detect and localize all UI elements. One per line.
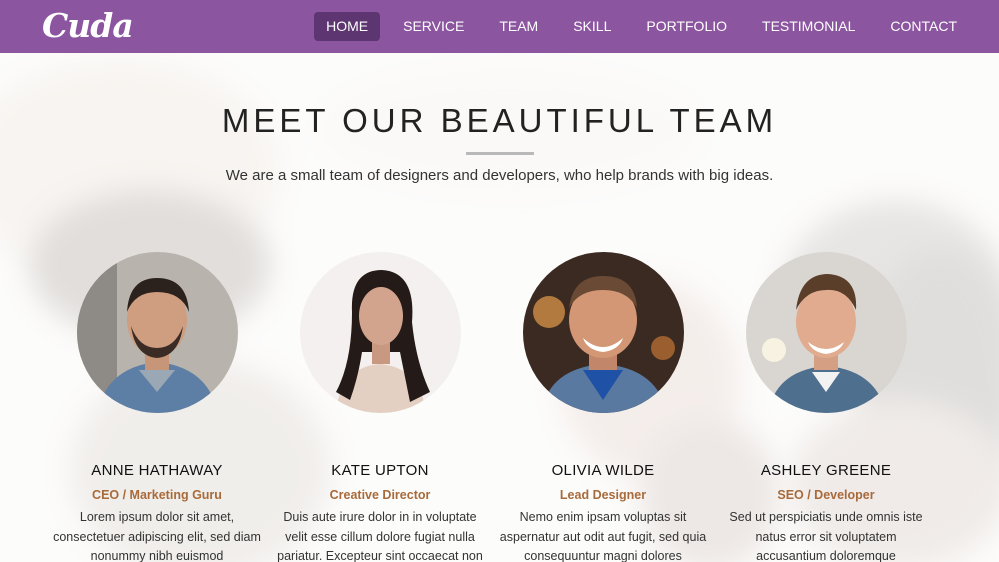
member-name: ANNE HATHAWAY: [91, 462, 223, 479]
member-photo: [745, 252, 907, 413]
section-title: MEET OUR BEAUTIFUL TEAM: [221, 102, 778, 139]
main-menu: HOME SERVICE TEAM SKILL PORTFOLIO TESTIM…: [303, 12, 969, 41]
nav-service[interactable]: SERVICE: [391, 12, 476, 41]
top-navbar: Cuda HOME SERVICE TEAM SKILL PORTFOLIO T…: [0, 0, 999, 53]
member-bio: Lorem ipsum dolor sit amet, consectetuer…: [53, 510, 261, 562]
member-role: CEO / Marketing Guru: [92, 488, 222, 502]
member-photo: [76, 252, 238, 413]
brand-logo[interactable]: Cuda: [42, 6, 134, 45]
nav-home[interactable]: HOME: [314, 12, 381, 41]
section-subtitle: We are a small team of designers and dev…: [225, 167, 774, 184]
team-member-card: KATE UPTON Creative Director Duis aute i…: [269, 252, 491, 562]
team-member-card: ANNE HATHAWAY CEO / Marketing Guru Lorem…: [46, 252, 268, 562]
member-role: SEO / Developer: [777, 488, 875, 502]
nav-contact[interactable]: CONTACT: [878, 12, 969, 41]
member-role: Creative Director: [329, 488, 431, 502]
team-member-card: OLIVIA WILDE Lead Designer Nemo enim ips…: [492, 252, 714, 562]
team-member-card: ASHLEY GREENE SEO / Developer Sed ut per…: [715, 252, 937, 562]
member-bio: Nemo enim ipsam voluptas sit aspernatur …: [499, 510, 707, 562]
nav-testimonial[interactable]: TESTIMONIAL: [750, 12, 867, 41]
member-role: Lead Designer: [559, 488, 647, 502]
member-bio: Duis aute irure dolor in in voluptate ve…: [277, 510, 483, 562]
nav-team[interactable]: TEAM: [487, 12, 550, 41]
member-name: OLIVIA WILDE: [551, 462, 655, 479]
member-photo: [522, 252, 684, 413]
member-name: ASHLEY GREENE: [760, 462, 892, 479]
member-bio: Sed ut perspiciatis unde omnis iste natu…: [729, 510, 923, 562]
member-photo: [299, 252, 461, 413]
nav-portfolio[interactable]: PORTFOLIO: [634, 12, 739, 41]
nav-skill[interactable]: SKILL: [561, 12, 623, 41]
title-underline: [466, 152, 534, 155]
member-name: KATE UPTON: [331, 462, 429, 479]
